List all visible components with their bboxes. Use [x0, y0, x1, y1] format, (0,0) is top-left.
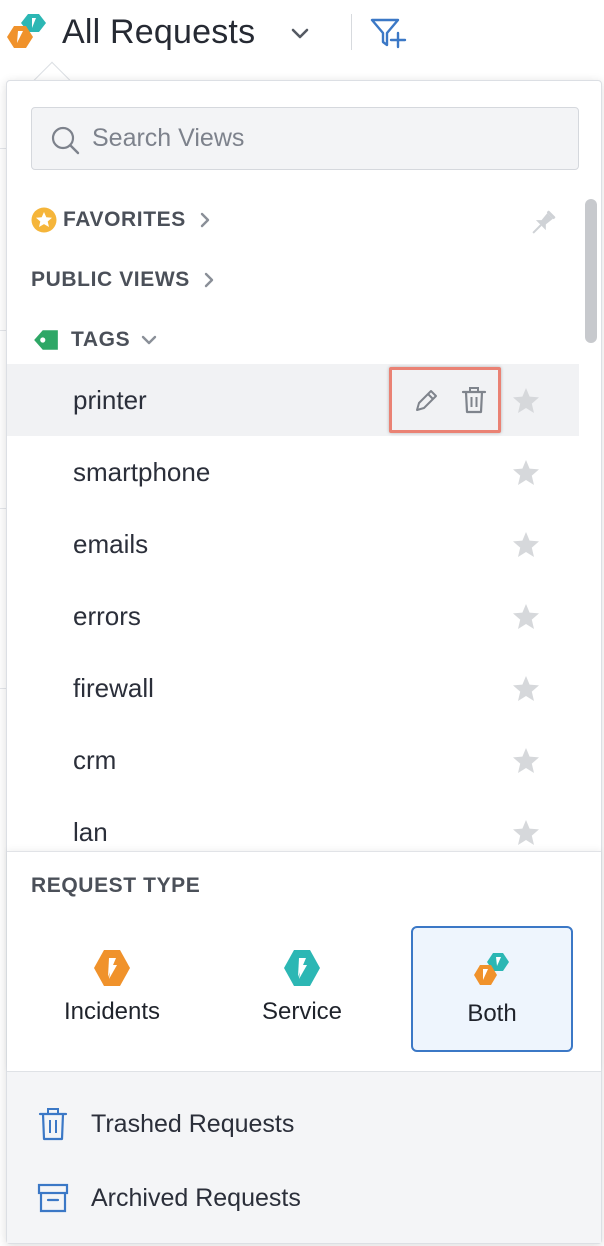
tag-label: smartphone	[73, 457, 211, 487]
star-icon[interactable]	[511, 386, 541, 416]
requests-footer: Trashed Requests Archived Requests	[7, 1071, 601, 1243]
page-title[interactable]: All Requests	[62, 10, 255, 54]
request-type-section: REQUEST TYPE Incidents Service Both	[7, 851, 601, 1071]
tag-item-crm[interactable]: crm	[7, 724, 579, 796]
header-divider	[351, 14, 352, 50]
favorites-label: FAVORITES	[63, 208, 186, 231]
option-label: Service	[261, 998, 343, 1025]
view-header: All Requests	[0, 0, 604, 66]
request-type-title: REQUEST TYPE	[31, 874, 201, 897]
star-icon[interactable]	[511, 746, 541, 776]
star-icon[interactable]	[511, 674, 541, 704]
request-type-service[interactable]: Service	[221, 926, 383, 1052]
chevron-down-icon[interactable]	[288, 22, 312, 46]
archived-requests-label: Archived Requests	[91, 1183, 301, 1212]
trash-icon	[38, 1108, 68, 1141]
search-input[interactable]	[92, 108, 562, 169]
public-views-label: PUBLIC VIEWS	[31, 268, 190, 291]
chevron-right-icon	[200, 212, 210, 228]
tag-list: printer smartphone emails errors firewal…	[7, 364, 579, 849]
chevron-down-icon	[141, 335, 157, 345]
tag-actions	[389, 367, 501, 433]
tag-item-emails[interactable]: emails	[7, 508, 579, 580]
edit-icon[interactable]	[412, 387, 440, 415]
star-icon[interactable]	[511, 530, 541, 560]
option-label: Both	[467, 1000, 517, 1027]
tag-label: firewall	[73, 673, 154, 703]
tag-item-errors[interactable]: errors	[7, 580, 579, 652]
tag-item-smartphone[interactable]: smartphone	[7, 436, 579, 508]
delete-icon[interactable]	[460, 385, 488, 415]
star-icon[interactable]	[511, 602, 541, 632]
trashed-requests-label: Trashed Requests	[91, 1109, 295, 1138]
tags-section[interactable]: TAGS	[31, 325, 158, 355]
public-views-section[interactable]: PUBLIC VIEWS	[31, 265, 218, 295]
tag-icon	[34, 330, 58, 350]
chevron-right-icon	[204, 272, 214, 288]
request-type-incidents[interactable]: Incidents	[31, 926, 193, 1052]
favorites-section[interactable]: FAVORITES	[31, 205, 214, 235]
tags-label: TAGS	[71, 328, 131, 351]
tag-label: errors	[73, 601, 141, 631]
tag-label: lan	[73, 817, 108, 847]
tag-item-lan[interactable]: lan	[7, 796, 579, 849]
incident-icon	[94, 950, 130, 986]
request-type-both[interactable]: Both	[411, 926, 573, 1052]
tag-label: crm	[73, 745, 117, 775]
search-icon	[51, 126, 80, 155]
scrollbar[interactable]	[585, 199, 597, 343]
tag-item-firewall[interactable]: firewall	[7, 652, 579, 724]
tag-item-printer[interactable]: printer	[7, 364, 579, 436]
star-icon[interactable]	[511, 458, 541, 488]
views-dropdown: FAVORITES PUBLIC VIEWS TAGS printer	[6, 80, 602, 1244]
archive-icon	[37, 1183, 69, 1213]
favorites-star-icon	[31, 207, 57, 233]
search-box	[31, 107, 579, 170]
star-icon[interactable]	[511, 818, 541, 848]
pin-icon[interactable]	[525, 205, 561, 241]
archived-requests-link[interactable]: Archived Requests	[37, 1178, 301, 1218]
both-icon	[474, 953, 509, 985]
option-label: Incidents	[63, 998, 161, 1025]
filter-add-icon[interactable]	[368, 16, 410, 50]
trashed-requests-link[interactable]: Trashed Requests	[37, 1104, 294, 1144]
tag-label: emails	[73, 529, 149, 559]
tag-label: printer	[73, 385, 147, 415]
service-icon	[284, 950, 320, 986]
request-both-logo-icon	[7, 14, 46, 48]
